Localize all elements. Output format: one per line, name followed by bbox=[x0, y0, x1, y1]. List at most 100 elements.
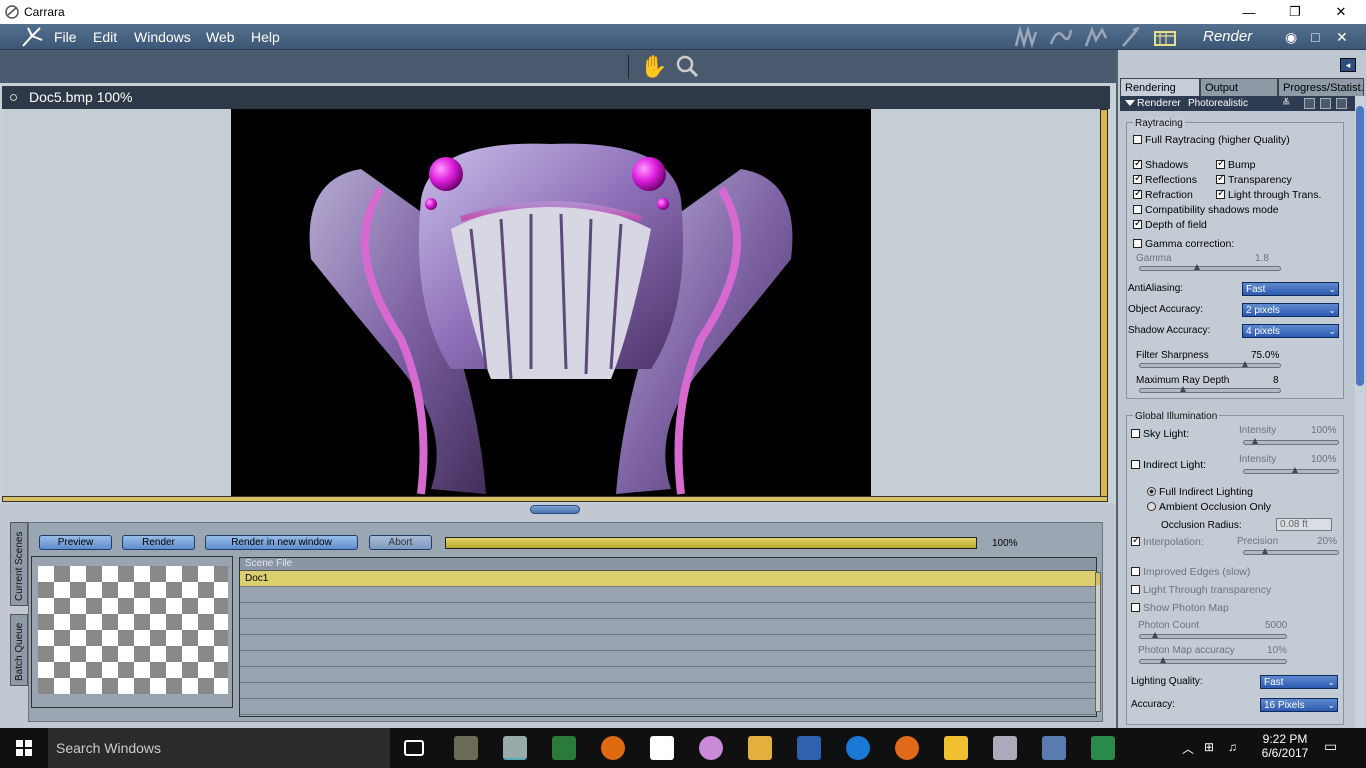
taskbar-app-icon[interactable] bbox=[699, 736, 723, 760]
notifications-icon[interactable]: ▭ bbox=[1324, 738, 1337, 755]
sky-intensity-knob[interactable] bbox=[1252, 438, 1258, 444]
texture-room-icon[interactable] bbox=[1117, 26, 1144, 48]
tab-output[interactable]: Output bbox=[1200, 78, 1278, 96]
taskbar-app-icon[interactable] bbox=[1042, 736, 1066, 760]
doc-close-dot-icon[interactable] bbox=[10, 94, 17, 101]
renderer-save-icon[interactable] bbox=[1320, 98, 1331, 109]
bump-checkbox[interactable]: Bump bbox=[1216, 158, 1255, 171]
assemble-room-icon[interactable] bbox=[1012, 26, 1039, 48]
restore-button[interactable]: ❐ bbox=[1272, 0, 1318, 24]
hand-pan-icon[interactable]: ✋ bbox=[640, 54, 667, 80]
table-row[interactable] bbox=[240, 667, 1096, 683]
lighting-quality-select[interactable]: Fast ⌄ bbox=[1260, 675, 1338, 689]
close-button[interactable]: ✕ bbox=[1318, 0, 1364, 24]
interpolation-checkbox[interactable]: Interpolation: bbox=[1131, 535, 1204, 548]
viewport-horizontal-scrollbar[interactable] bbox=[2, 496, 1108, 502]
object-accuracy-select[interactable]: 2 pixels ⌄ bbox=[1242, 303, 1339, 317]
photon-accuracy-knob[interactable] bbox=[1160, 657, 1166, 663]
sky-light-checkbox[interactable]: Sky Light: bbox=[1131, 428, 1189, 440]
panel-scroll-thumb[interactable] bbox=[1356, 106, 1364, 386]
precision-knob[interactable] bbox=[1262, 548, 1268, 554]
menu-help[interactable]: Help bbox=[251, 29, 280, 45]
indirect-intensity-knob[interactable] bbox=[1292, 467, 1298, 473]
occlusion-radius-input[interactable]: 0.08 ft bbox=[1276, 518, 1332, 531]
gamma-slider-knob[interactable] bbox=[1194, 264, 1200, 270]
max-ray-depth-slider[interactable] bbox=[1139, 386, 1281, 393]
sky-intensity-slider[interactable] bbox=[1243, 438, 1339, 445]
render-button[interactable]: Render bbox=[122, 535, 195, 550]
accuracy-select[interactable]: 16 Pixels ⌄ bbox=[1260, 698, 1338, 712]
tab-current-scenes[interactable]: Current Scenes bbox=[10, 522, 28, 606]
zoom-magnifier-icon[interactable] bbox=[674, 54, 702, 80]
renderer-select[interactable]: Photorealistic bbox=[1188, 96, 1248, 111]
table-row[interactable]: Doc1 bbox=[240, 571, 1096, 587]
table-row[interactable] bbox=[240, 683, 1096, 699]
filter-sharpness-slider[interactable] bbox=[1139, 361, 1281, 368]
taskbar-app-icon[interactable] bbox=[944, 736, 968, 760]
menu-edit[interactable]: Edit bbox=[93, 29, 117, 45]
volume-icon[interactable]: ♫ bbox=[1228, 740, 1237, 754]
taskbar-search-box[interactable]: Search Windows bbox=[48, 728, 390, 768]
ambient-occlusion-radio[interactable]: Ambient Occlusion Only bbox=[1147, 501, 1271, 513]
close-room-icon[interactable]: ✕ bbox=[1336, 29, 1348, 46]
improved-edges-checkbox[interactable]: Improved Edges (slow) bbox=[1131, 566, 1250, 578]
compatibility-shadows-checkbox[interactable]: Compatibility shadows mode bbox=[1133, 204, 1279, 216]
renderer-print-icon[interactable] bbox=[1336, 98, 1347, 109]
light-through-transparency-checkbox[interactable]: Light Through transparency bbox=[1131, 584, 1271, 596]
abort-button[interactable]: Abort bbox=[369, 535, 432, 550]
table-row[interactable] bbox=[240, 635, 1096, 651]
renderer-settings-icon[interactable] bbox=[1304, 98, 1315, 109]
photon-count-slider[interactable] bbox=[1139, 632, 1287, 639]
taskbar-app-icon[interactable] bbox=[797, 736, 821, 760]
shadow-accuracy-select[interactable]: 4 pixels ⌄ bbox=[1242, 324, 1339, 338]
panel-scrollbar[interactable] bbox=[1355, 96, 1365, 728]
reflections-checkbox[interactable]: Reflections bbox=[1133, 173, 1197, 186]
table-row[interactable] bbox=[240, 603, 1096, 619]
taskbar-app-icon[interactable] bbox=[993, 736, 1017, 760]
render-room-icon[interactable] bbox=[1152, 26, 1179, 48]
photon-count-knob[interactable] bbox=[1152, 632, 1158, 638]
filter-sharpness-knob[interactable] bbox=[1242, 361, 1248, 367]
notepad-icon[interactable] bbox=[650, 736, 674, 760]
full-indirect-radio[interactable]: Full Indirect Lighting bbox=[1147, 486, 1253, 498]
carrara-taskbar-icon[interactable] bbox=[503, 736, 527, 760]
taskbar-app-icon[interactable] bbox=[601, 736, 625, 760]
refraction-checkbox[interactable]: Refraction bbox=[1133, 188, 1193, 201]
viewport-vertical-scrollbar[interactable] bbox=[1100, 109, 1108, 501]
taskbar-clock[interactable]: 9:22 PM 6/6/2017 bbox=[1257, 732, 1313, 760]
table-row[interactable] bbox=[240, 651, 1096, 667]
render-new-window-button[interactable]: Render in new window bbox=[205, 535, 358, 550]
eye-icon[interactable]: ◉ bbox=[1285, 29, 1297, 46]
firefox-icon[interactable] bbox=[895, 736, 919, 760]
light-through-trans-checkbox[interactable]: Light through Trans. bbox=[1216, 188, 1321, 201]
antialiasing-select[interactable]: Fast ⌄ bbox=[1242, 282, 1339, 296]
model-room-icon[interactable] bbox=[1047, 26, 1074, 48]
window-toggle-icon[interactable]: □ bbox=[1311, 29, 1319, 45]
gamma-slider[interactable] bbox=[1139, 264, 1281, 271]
taskbar-app-icon[interactable] bbox=[454, 736, 478, 760]
minimize-button[interactable]: — bbox=[1226, 0, 1272, 24]
splitter-handle[interactable] bbox=[530, 505, 580, 514]
show-photon-map-checkbox[interactable]: Show Photon Map bbox=[1131, 602, 1229, 614]
transparency-checkbox[interactable]: Transparency bbox=[1216, 173, 1292, 186]
depth-of-field-checkbox[interactable]: Depth of field bbox=[1133, 218, 1207, 231]
max-ray-depth-knob[interactable] bbox=[1180, 386, 1186, 392]
tab-progress-statistics[interactable]: Progress/Statist. bbox=[1278, 78, 1364, 96]
network-icon[interactable]: ⊞ bbox=[1204, 740, 1214, 754]
storyboard-room-icon[interactable] bbox=[1082, 26, 1109, 48]
indirect-light-checkbox[interactable]: Indirect Light: bbox=[1131, 459, 1206, 471]
tray-expand-icon[interactable]: ︿ bbox=[1182, 740, 1194, 757]
table-row[interactable] bbox=[240, 619, 1096, 635]
menu-web[interactable]: Web bbox=[206, 29, 235, 45]
table-scrollbar[interactable] bbox=[1095, 572, 1101, 712]
tab-rendering[interactable]: Rendering bbox=[1120, 78, 1200, 96]
windows-start-icon[interactable] bbox=[0, 728, 48, 768]
full-raytracing-checkbox[interactable]: Full Raytracing (higher Quality) bbox=[1133, 134, 1290, 146]
carrara-logo-icon[interactable] bbox=[20, 26, 44, 48]
renderer-expand-icon[interactable] bbox=[1125, 100, 1135, 106]
precision-slider[interactable] bbox=[1243, 548, 1339, 555]
table-row[interactable] bbox=[240, 587, 1096, 603]
renderer-chevron-icon[interactable]: ≚ bbox=[1282, 96, 1290, 111]
collapse-panel-icon[interactable]: ◂ bbox=[1340, 58, 1356, 72]
gamma-correction-checkbox[interactable]: Gamma correction: bbox=[1133, 238, 1234, 250]
